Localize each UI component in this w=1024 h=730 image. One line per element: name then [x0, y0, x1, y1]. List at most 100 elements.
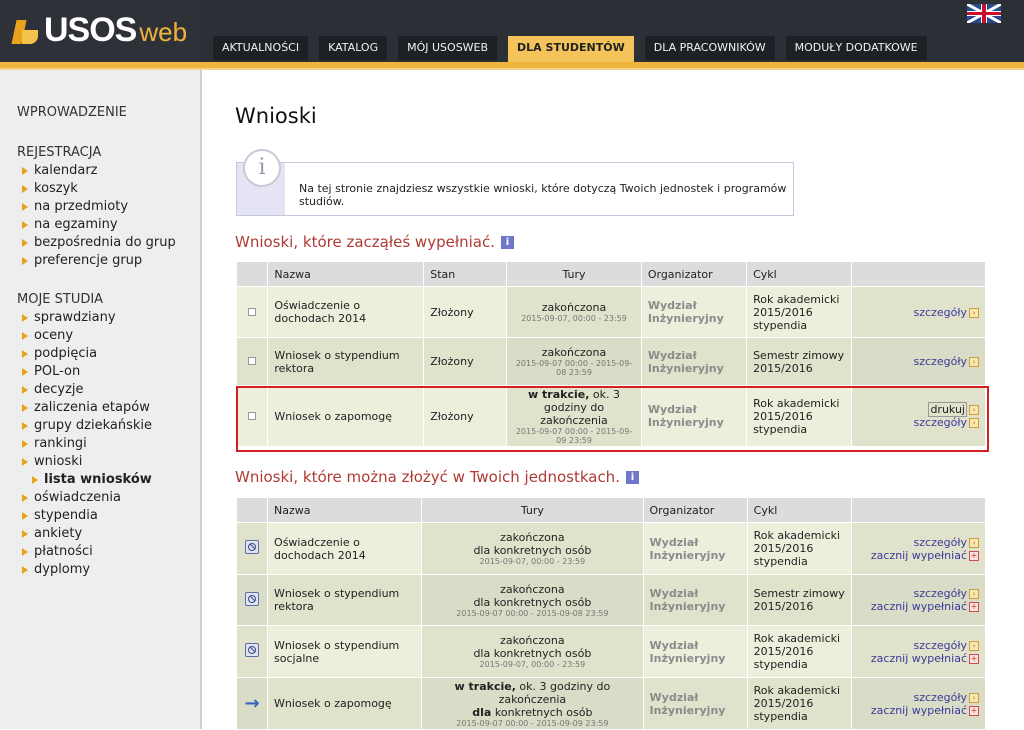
unavailable-icon — [245, 643, 260, 657]
checkbox-icon — [248, 307, 257, 316]
cell-cykl: Semestr zimowy 2015/2016 — [746, 574, 852, 626]
table-header-row: Nazwa Stan Tury Organizator Cykl — [235, 261, 986, 287]
sidebar-item-rankingi[interactable]: rankingi — [22, 436, 87, 451]
section-title-available: Wnioski, które można złożyć w Twoich jed… — [235, 468, 639, 486]
start-filling-link[interactable]: zacznij wypełniać — [871, 549, 967, 562]
row-icon-cell — [235, 385, 269, 447]
sidebar-item-platnosci[interactable]: płatności — [22, 544, 93, 559]
header-cell-empty — [235, 261, 269, 287]
info-box: i Na tej stronie znajdziesz wszystkie wn… — [236, 149, 794, 216]
tab-dla-pracownikow[interactable]: DLA PRACOWNIKÓW — [644, 36, 775, 60]
sidebar-item-wnioski[interactable]: wnioski — [22, 454, 82, 469]
start-filling-link[interactable]: zacznij wypełniać — [871, 704, 967, 717]
header-cell-stan: Stan — [423, 261, 508, 287]
sidebar-item-podpiecia[interactable]: podpięcia — [22, 346, 97, 361]
sidebar-item-dyplomy[interactable]: dyplomy — [22, 562, 90, 577]
start-filling-link[interactable]: zacznij wypełniać — [871, 600, 967, 613]
sidebar-item-grupy[interactable]: grupy dziekańskie — [22, 418, 152, 433]
tury-dates: 2015-09-07 00:00 - 2015-09-09 23:59 — [515, 426, 633, 445]
sidebar-item-pol-on[interactable]: POL-on — [22, 364, 80, 379]
table-available: Nazwa Tury Organizator Cykl Oświadczenie… — [235, 497, 987, 730]
cell-actions: drukuj › szczegóły › — [851, 385, 986, 447]
sidebar-item-label: oświadczenia — [34, 490, 121, 505]
bullet-icon — [22, 529, 28, 538]
tury-audience: dla konkretnych osób — [473, 544, 592, 557]
cell-cykl: Rok akademicki 2015/2016 stypendia — [746, 286, 853, 338]
sidebar-item-oceny[interactable]: oceny — [22, 328, 73, 343]
header-cell-organizator: Organizator — [640, 261, 748, 287]
cell-nazwa: Wniosek o stypendium socjalne — [267, 625, 423, 678]
sidebar-item-sprawdziany[interactable]: sprawdziany — [22, 310, 116, 325]
sidebar-heading-rejestracja[interactable]: REJESTRACJA — [17, 145, 101, 160]
cell-cykl: Rok akademicki 2015/2016 stypendia — [746, 522, 852, 575]
sidebar-item-label: ankiety — [34, 526, 83, 541]
arrow-right-icon: › — [969, 589, 979, 599]
bullet-icon — [22, 349, 28, 358]
arrow-right-icon: › — [969, 418, 979, 428]
sidebar-item-na-egzaminy[interactable]: na egzaminy — [22, 217, 118, 232]
sidebar-item-bezposrednia[interactable]: bezpośrednia do grup — [22, 235, 176, 250]
sidebar-heading-moje-studia[interactable]: MOJE STUDIA — [17, 292, 103, 307]
page-title: Wnioski — [235, 104, 317, 128]
header: USOS web AKTUALNOŚCI KATALOG MÓJ USOSWEB… — [0, 0, 1024, 62]
sidebar-item-label: lista wniosków — [44, 472, 152, 487]
header-cell-actions — [851, 261, 986, 287]
header-cell-tury: Tury — [421, 497, 644, 523]
sidebar-heading-wprowadzenie[interactable]: WPROWADZENIE — [17, 105, 127, 120]
sidebar-item-kalendarz[interactable]: kalendarz — [22, 163, 98, 178]
logo-text-usos: USOS — [44, 11, 137, 49]
arrow-right-icon: › — [969, 307, 979, 318]
section-title-text: Wnioski, które można złożyć w Twoich jed… — [235, 468, 620, 486]
tury-status: zakończona — [500, 582, 565, 596]
sidebar-item-label: preferencje grup — [34, 253, 143, 268]
sidebar-item-koszyk[interactable]: koszyk — [22, 181, 78, 196]
tab-moj-usosweb[interactable]: MÓJ USOSWEB — [398, 36, 498, 60]
bullet-icon — [22, 565, 28, 574]
cell-organizator: Wydział Inżynieryjny — [640, 385, 748, 447]
row-icon-cell — [235, 574, 269, 626]
tab-moduly-dodatkowe[interactable]: MODUŁY DODATKOWE — [785, 36, 927, 60]
cell-nazwa: Wniosek o stypendium rektora — [267, 337, 425, 386]
details-link[interactable]: szczegóły — [914, 416, 967, 429]
sidebar-item-oswiadczenia[interactable]: oświadczenia — [22, 490, 121, 505]
tury-dates: 2015-09-07 00:00 - 2015-09-08 23:59 — [515, 359, 633, 377]
sidebar-item-label: grupy dziekańskie — [34, 418, 153, 433]
cell-organizator: Wydział Inżynieryjny — [642, 522, 748, 575]
cell-actions: szczegóły › zacznij wypełniać + — [850, 522, 987, 575]
details-link[interactable]: szczegóły — [914, 355, 967, 368]
tab-katalog[interactable]: KATALOG — [319, 36, 388, 60]
info-badge-icon[interactable]: i — [500, 235, 514, 249]
header-cell-nazwa: Nazwa — [267, 497, 423, 523]
sidebar-item-ankiety[interactable]: ankiety — [22, 526, 82, 541]
sidebar-item-preferencje[interactable]: preferencje grup — [22, 253, 142, 268]
bullet-icon — [22, 220, 28, 229]
bullet-icon — [22, 202, 28, 211]
print-link[interactable]: drukuj — [928, 402, 967, 417]
details-link[interactable]: szczegóły — [914, 639, 967, 652]
info-badge-icon[interactable]: i — [625, 470, 639, 484]
bullet-icon — [32, 475, 38, 484]
table-started: Nazwa Stan Tury Organizator Cykl Oświadc… — [235, 261, 986, 447]
table-header-row: Nazwa Tury Organizator Cykl — [235, 497, 987, 523]
sidebar-item-na-przedmioty[interactable]: na przedmioty — [22, 199, 128, 214]
tury-status-text: ok. 3 godziny do zakończenia — [498, 679, 611, 706]
sidebar-item-zaliczenia[interactable]: zaliczenia etapów — [22, 400, 150, 415]
sidebar-item-label: dyplomy — [34, 562, 91, 577]
sidebar-item-decyzje[interactable]: decyzje — [22, 382, 84, 397]
sidebar-item-stypendia[interactable]: stypendia — [22, 508, 98, 523]
row-icon-cell — [235, 286, 269, 338]
section-title-started: Wnioski, które zacząłeś wypełniać. i — [235, 233, 514, 251]
start-filling-link[interactable]: zacznij wypełniać — [871, 652, 967, 665]
usosweb-logo[interactable]: USOS web — [11, 8, 187, 49]
uk-flag-icon[interactable] — [967, 4, 1001, 23]
tab-dla-studentow[interactable]: DLA STUDENTÓW — [508, 36, 634, 62]
tury-dates: 2015-09-07, 00:00 - 23:59 — [479, 557, 586, 566]
sidebar-item-label: sprawdziany — [34, 310, 116, 325]
bullet-icon — [22, 421, 28, 430]
details-link[interactable]: szczegóły — [914, 691, 967, 704]
details-link[interactable]: szczegóły — [914, 587, 967, 600]
tab-aktualnosci[interactable]: AKTUALNOŚCI — [213, 36, 309, 60]
details-link[interactable]: szczegóły — [914, 306, 967, 319]
sidebar-item-lista-wnioskow[interactable]: lista wniosków — [32, 472, 152, 487]
details-link[interactable]: szczegóły — [914, 536, 967, 549]
